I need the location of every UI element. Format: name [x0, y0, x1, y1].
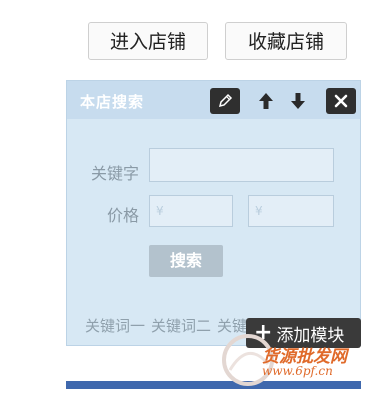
bottom-accent-bar: [66, 381, 361, 389]
edit-icon: [218, 93, 233, 108]
panel-header: 本店搜索: [67, 81, 360, 119]
add-module-label: 添加模块: [276, 325, 345, 346]
watermark-domain: www.6pf.cn: [262, 364, 333, 378]
enter-store-button[interactable]: 进入店铺: [88, 22, 208, 60]
arrow-up-icon: [259, 93, 273, 109]
add-module-button[interactable]: + 添加模块: [246, 318, 361, 348]
move-down-button[interactable]: [287, 88, 309, 114]
price-max-input[interactable]: ¥: [248, 195, 334, 227]
move-up-button[interactable]: [255, 88, 277, 114]
arrow-down-icon: [291, 93, 305, 109]
price-min-input[interactable]: ¥: [149, 195, 233, 227]
keyword-link[interactable]: 关键词二: [151, 317, 211, 335]
panel-title: 本店搜索: [80, 93, 145, 111]
price-label: 价格: [106, 206, 139, 225]
keyword-input[interactable]: [149, 148, 334, 182]
close-button[interactable]: [326, 88, 356, 114]
keyword-label: 关键字: [90, 164, 139, 183]
favorite-store-button[interactable]: 收藏店铺: [225, 22, 347, 60]
edit-button[interactable]: [210, 88, 240, 114]
keyword-link[interactable]: 关键词一: [85, 317, 145, 335]
close-icon: [334, 94, 348, 108]
plus-icon: +: [254, 320, 273, 345]
search-button[interactable]: 搜索: [149, 245, 223, 277]
store-search-panel: 本店搜索 关键字 价格 ¥ ¥ 搜索 关键词一 关键词二: [66, 80, 361, 346]
